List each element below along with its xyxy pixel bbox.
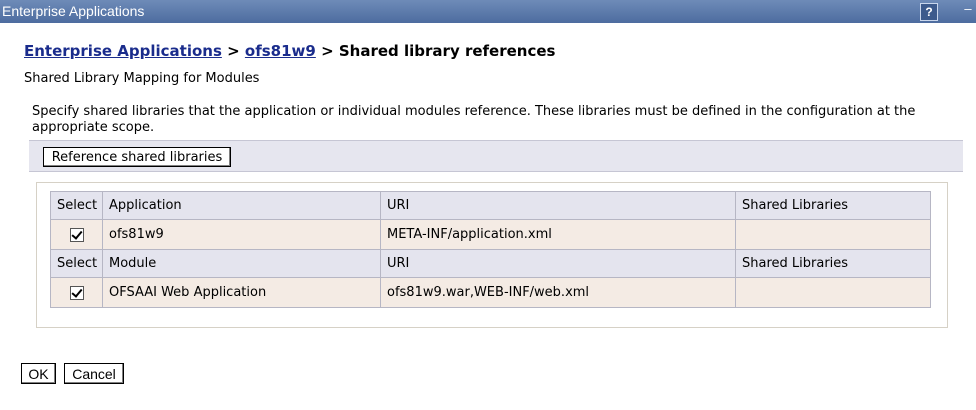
column-header-module: Module <box>102 249 381 278</box>
page-description: Specify shared libraries that the applic… <box>32 104 916 135</box>
module-select-checkbox[interactable] <box>69 285 84 300</box>
button-bar: Reference shared libraries <box>29 140 963 172</box>
select-cell <box>50 219 103 250</box>
breadcrumb: Enterprise Applications > ofs81w9 > Shar… <box>24 42 555 60</box>
breadcrumb-separator: > <box>227 42 245 60</box>
breadcrumb-link-application[interactable]: ofs81w9 <box>245 42 316 60</box>
breadcrumb-separator: > <box>321 42 339 60</box>
help-icon[interactable]: ? <box>920 3 938 21</box>
application-header-row: Select Application URI Shared Libraries <box>50 191 931 220</box>
breadcrumb-link-enterprise-applications[interactable]: Enterprise Applications <box>24 42 222 60</box>
cancel-button[interactable]: Cancel <box>64 363 124 384</box>
window-titlebar: Enterprise Applications ? – <box>0 0 976 23</box>
module-name: OFSAAI Web Application <box>102 277 381 308</box>
minimize-icon[interactable]: – <box>960 2 976 20</box>
reference-shared-libraries-button[interactable]: Reference shared libraries <box>43 147 231 167</box>
window-title: Enterprise Applications <box>2 3 145 19</box>
module-uri: ofs81w9.war,WEB-INF/web.xml <box>380 277 736 308</box>
shared-libraries-table: Select Application URI Shared Libraries … <box>50 191 931 308</box>
column-header-select: Select <box>50 191 103 220</box>
column-header-shared-libraries: Shared Libraries <box>735 249 931 278</box>
module-shared-libraries <box>735 277 931 308</box>
column-header-application: Application <box>102 191 381 220</box>
table-row: ofs81w9 META-INF/application.xml <box>50 219 931 250</box>
column-header-select: Select <box>50 249 103 278</box>
application-shared-libraries <box>735 219 931 250</box>
application-uri: META-INF/application.xml <box>380 219 736 250</box>
page-subtitle: Shared Library Mapping for Modules <box>24 71 260 86</box>
column-header-shared-libraries: Shared Libraries <box>735 191 931 220</box>
application-name: ofs81w9 <box>102 219 381 250</box>
column-header-uri: URI <box>380 191 736 220</box>
select-cell <box>50 277 103 308</box>
table-row: OFSAAI Web Application ofs81w9.war,WEB-I… <box>50 277 931 308</box>
ok-button[interactable]: OK <box>21 363 56 384</box>
module-header-row: Select Module URI Shared Libraries <box>50 249 931 278</box>
breadcrumb-current: Shared library references <box>338 42 556 60</box>
column-header-uri: URI <box>380 249 736 278</box>
application-select-checkbox[interactable] <box>69 227 84 242</box>
